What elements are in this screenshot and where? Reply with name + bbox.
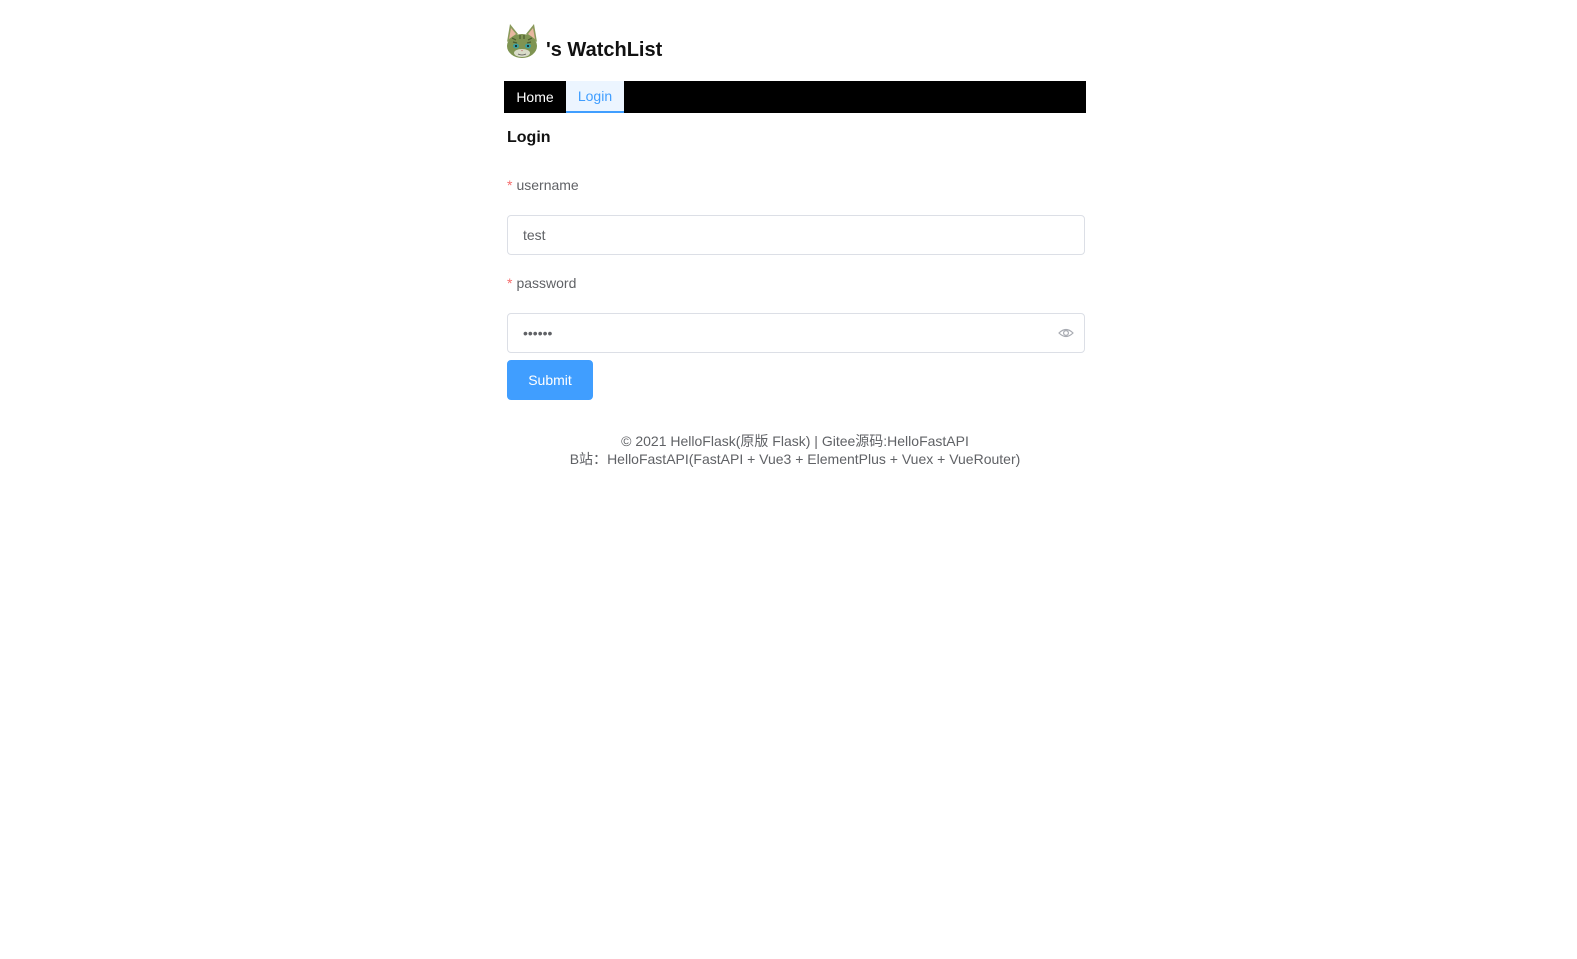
gitee-link[interactable]: Gitee源码:HelloFastAPI	[822, 433, 969, 449]
nav-item-login[interactable]: Login	[566, 81, 624, 113]
footer-line-1: © 2021 HelloFlask(原版 Flask) | Gitee源码:He…	[504, 432, 1086, 450]
password-label-text: password	[516, 275, 577, 291]
eye-icon[interactable]	[1058, 326, 1074, 340]
password-label: * password	[507, 274, 576, 292]
required-mark: *	[507, 177, 513, 193]
required-mark: *	[507, 275, 513, 291]
username-label-text: username	[516, 177, 579, 193]
site-title: 's WatchList	[546, 39, 663, 61]
footer-line-2: B站：HelloFastAPI(FastAPI + Vue3 + Element…	[504, 450, 1086, 468]
cat-avatar-icon	[507, 24, 537, 58]
username-field	[507, 215, 1085, 255]
form-title: Login	[507, 129, 551, 146]
footer-copyright: © 2021	[621, 433, 671, 449]
footer-separator: |	[810, 433, 822, 449]
password-input[interactable]	[523, 314, 1053, 352]
footer: © 2021 HelloFlask(原版 Flask) | Gitee源码:He…	[504, 432, 1086, 468]
password-field	[507, 313, 1085, 353]
helloflask-link[interactable]: HelloFlask(原版 Flask)	[670, 433, 810, 449]
bilibili-prefix: B站：	[569, 451, 608, 467]
username-input[interactable]	[523, 216, 1053, 254]
username-label: * username	[507, 176, 579, 194]
nav-item-home[interactable]: Home	[504, 81, 566, 113]
site-header: 's WatchList	[504, 20, 1086, 64]
submit-button[interactable]: Submit	[507, 360, 593, 400]
nav-bar: Home Login	[504, 81, 1086, 113]
bilibili-link[interactable]: HelloFastAPI(FastAPI + Vue3 + ElementPlu…	[607, 451, 1020, 467]
